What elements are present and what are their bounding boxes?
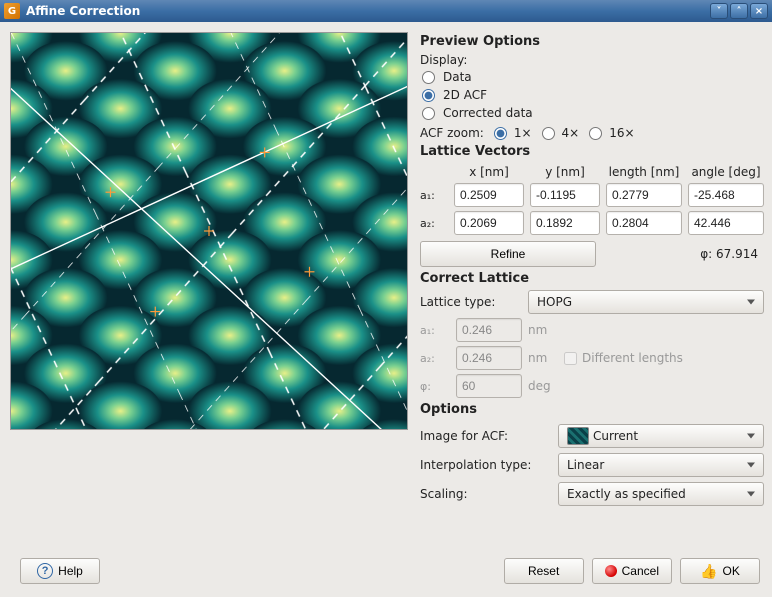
radio-corrected[interactable]: Corrected data	[422, 106, 764, 120]
maximize-button[interactable]: ˄	[730, 3, 748, 19]
ok-button[interactable]: 👍OK	[680, 558, 760, 584]
a1-ang-input[interactable]	[688, 183, 764, 207]
c-phi-input	[456, 374, 522, 398]
radio-data[interactable]: Data	[422, 70, 764, 84]
preview-panel	[10, 32, 408, 547]
hdr-x: x [nm]	[454, 165, 524, 179]
ok-icon: 👍	[700, 563, 717, 580]
refine-button[interactable]: Refine	[420, 241, 596, 267]
help-icon: ?	[37, 563, 53, 579]
hdr-y: y [nm]	[530, 165, 600, 179]
c-a1-input	[456, 318, 522, 342]
zoom-4x[interactable]: 4×	[542, 126, 580, 140]
c-a2-label: a₂:	[420, 352, 450, 365]
thumbnail-icon	[567, 427, 589, 445]
scaling-select[interactable]: Exactly as specified	[558, 482, 764, 506]
radio-2d-acf[interactable]: 2D ACF	[422, 88, 764, 102]
phi-value: 67.914	[716, 247, 758, 261]
zoom-label: ACF zoom:	[420, 126, 484, 140]
c-a1-label: a₁:	[420, 324, 450, 337]
image-acf-label: Image for ACF:	[420, 429, 548, 443]
display-label: Display:	[420, 53, 764, 67]
interp-label: Interpolation type:	[420, 458, 548, 472]
minimize-button[interactable]: ˅	[710, 3, 728, 19]
help-button[interactable]: ?Help	[20, 558, 100, 584]
reset-button[interactable]: Reset	[504, 558, 584, 584]
controls-panel: Preview Options Display: Data 2D ACF Cor…	[420, 32, 764, 547]
a1-y-input[interactable]	[530, 183, 600, 207]
a1-len-input[interactable]	[606, 183, 682, 207]
close-button[interactable]: ×	[750, 3, 768, 19]
dialog-footer: ?Help Reset Cancel 👍OK	[0, 553, 772, 597]
correct-lattice-title: Correct Lattice	[420, 271, 764, 286]
zoom-1x[interactable]: 1×	[494, 126, 532, 140]
different-lengths-checkbox: Different lengths	[564, 351, 764, 365]
image-acf-select[interactable]: Current	[558, 424, 764, 448]
options-title: Options	[420, 402, 764, 417]
preview-options-title: Preview Options	[420, 34, 764, 49]
lattice-table: x [nm] y [nm] length [nm] angle [deg] a₁…	[420, 165, 764, 235]
a2-label: a₂:	[420, 217, 448, 230]
cancel-icon	[605, 565, 617, 577]
interp-select[interactable]: Linear	[558, 453, 764, 477]
c-phi-label: φ:	[420, 380, 450, 393]
hdr-ang: angle [deg]	[688, 165, 764, 179]
lattice-type-select[interactable]: HOPG	[528, 290, 764, 314]
a1-label: a₁:	[420, 189, 448, 202]
scaling-label: Scaling:	[420, 487, 548, 501]
lattice-type-label: Lattice type:	[420, 295, 520, 309]
preview-image[interactable]	[10, 32, 408, 430]
c-a2-input	[456, 346, 522, 370]
titlebar: G Affine Correction ˅ ˄ ×	[0, 0, 772, 22]
app-icon: G	[4, 3, 20, 19]
a2-ang-input[interactable]	[688, 211, 764, 235]
cancel-button[interactable]: Cancel	[592, 558, 672, 584]
a1-x-input[interactable]	[454, 183, 524, 207]
dialog-content: Preview Options Display: Data 2D ACF Cor…	[0, 22, 772, 553]
a2-len-input[interactable]	[606, 211, 682, 235]
a2-y-input[interactable]	[530, 211, 600, 235]
hdr-len: length [nm]	[606, 165, 682, 179]
zoom-16x[interactable]: 16×	[589, 126, 634, 140]
a2-x-input[interactable]	[454, 211, 524, 235]
window-title: Affine Correction	[26, 4, 140, 18]
lattice-vectors-title: Lattice Vectors	[420, 144, 764, 159]
